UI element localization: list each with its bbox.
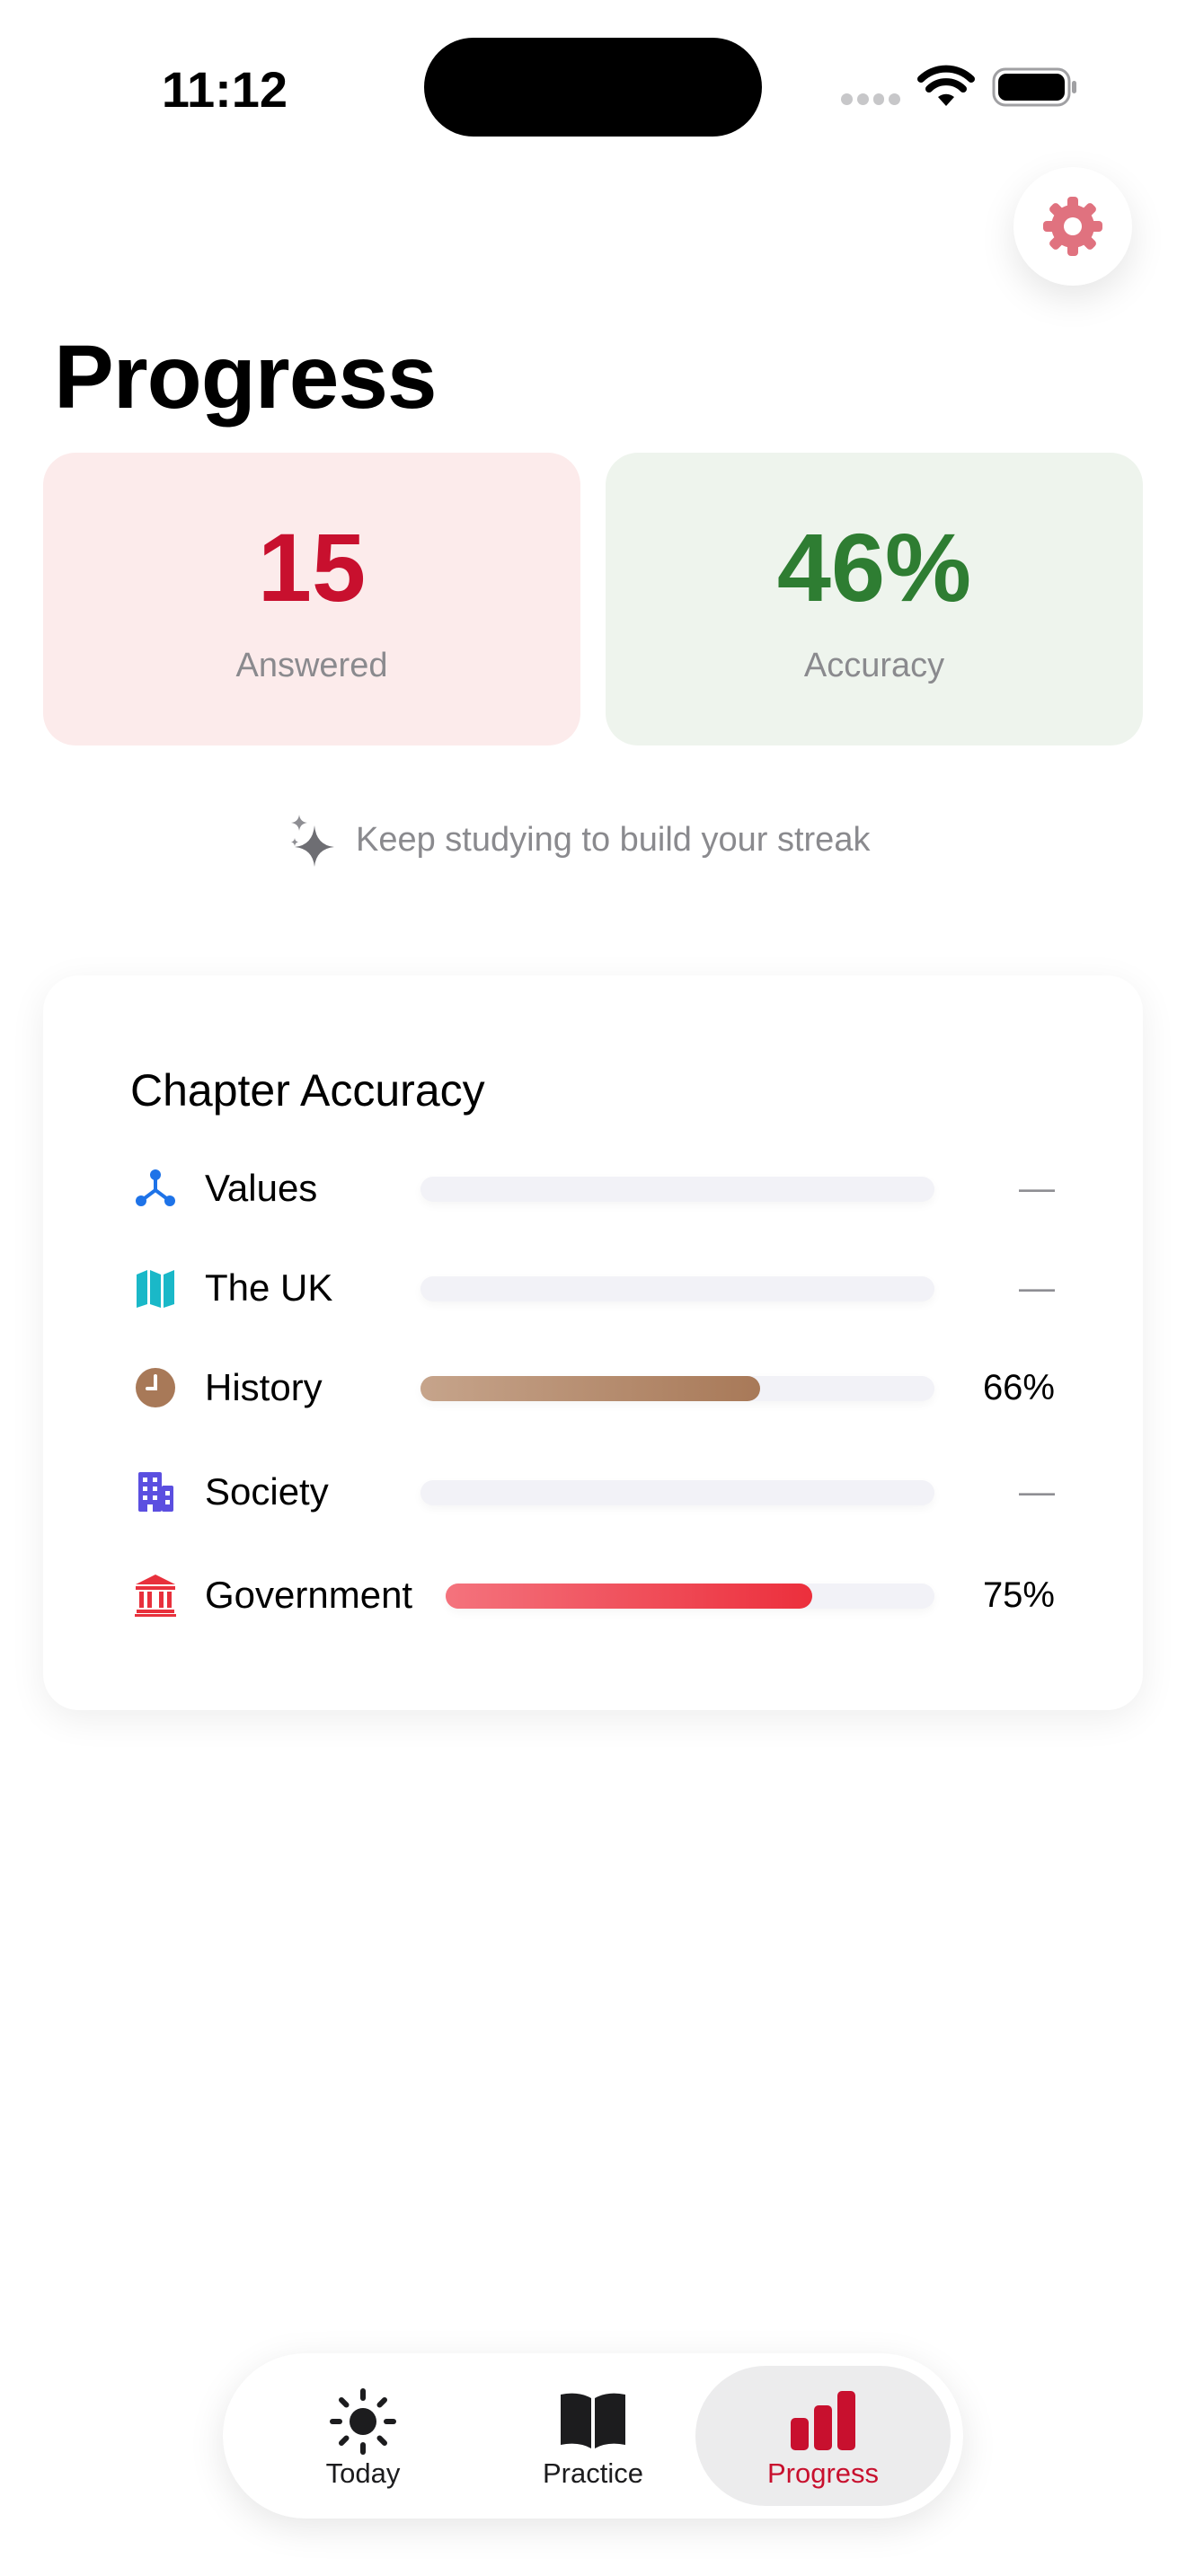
chapter-value: 75% [982,1575,1055,1615]
accuracy-card: 46% Accuracy [606,453,1143,745]
tab-label: Today [325,2457,401,2489]
accuracy-bar-track [420,1376,934,1401]
cellular-signal-icon [841,93,900,106]
bar-chart-icon [791,2391,855,2450]
chapter-row-government[interactable]: Government 75% [43,1555,1143,1636]
tab-label: Practice [543,2457,643,2489]
bank-icon [135,1575,176,1617]
answered-card: 15 Answered [43,453,580,745]
chapter-accuracy-card: Chapter Accuracy Values — The UK — Histo… [43,975,1143,1710]
chapter-accuracy-title: Chapter Accuracy [130,1065,485,1116]
streak-text: Keep studying to build your streak [356,820,871,859]
chapter-row-values[interactable]: Values — [43,1148,1143,1229]
battery-icon [992,67,1076,107]
chapter-row-the-uk[interactable]: The UK — [43,1248,1143,1328]
streak-hint: Keep studying to build your streak [288,808,870,871]
wifi-icon [917,65,975,106]
accuracy-value: 46% [776,513,972,622]
network-icon [136,1169,175,1206]
tab-progress[interactable]: Progress [695,2366,951,2506]
answered-count: 15 [257,513,367,622]
book-icon [561,2393,625,2448]
tab-practice[interactable]: Practice [465,2366,721,2506]
page-title: Progress [54,327,438,428]
chapter-value: — [1019,1169,1055,1208]
chapter-label: Values [205,1167,318,1209]
answered-label: Answered [235,647,388,684]
accuracy-bar-track [420,1480,934,1505]
accuracy-bar-track [420,1276,934,1301]
progress-screen: 11:12 Progress 15 Answered 46% Accuracy … [0,0,1186,2576]
chapter-value: — [1019,1268,1055,1308]
chapter-value: 66% [982,1368,1055,1407]
accuracy-label: Accuracy [803,647,945,684]
clock-icon [136,1368,175,1407]
chapter-row-history[interactable]: History 66% [43,1347,1143,1428]
tab-today[interactable]: Today [235,2366,491,2506]
chapter-value: — [1019,1472,1055,1512]
dynamic-island [424,38,762,137]
accuracy-bar-track [420,1177,934,1202]
chapter-row-society[interactable]: Society — [43,1451,1143,1532]
building-icon [138,1472,173,1512]
accuracy-bar-fill [446,1584,812,1609]
tab-bar: Today Practice Progress [223,2353,963,2519]
accuracy-bar-track [446,1584,934,1609]
map-icon [137,1270,174,1308]
gear-icon [1043,197,1102,256]
chapter-label: The UK [205,1266,333,1309]
chapter-label: Government [205,1574,413,1616]
sparkles-icon [291,815,334,867]
tab-label: Progress [766,2457,880,2489]
chapter-label: Society [205,1470,329,1513]
sun-icon [330,2388,396,2455]
status-time: 11:12 [161,61,288,118]
settings-button[interactable] [1013,167,1132,286]
chapter-label: History [205,1366,323,1408]
accuracy-bar-fill [420,1376,760,1401]
